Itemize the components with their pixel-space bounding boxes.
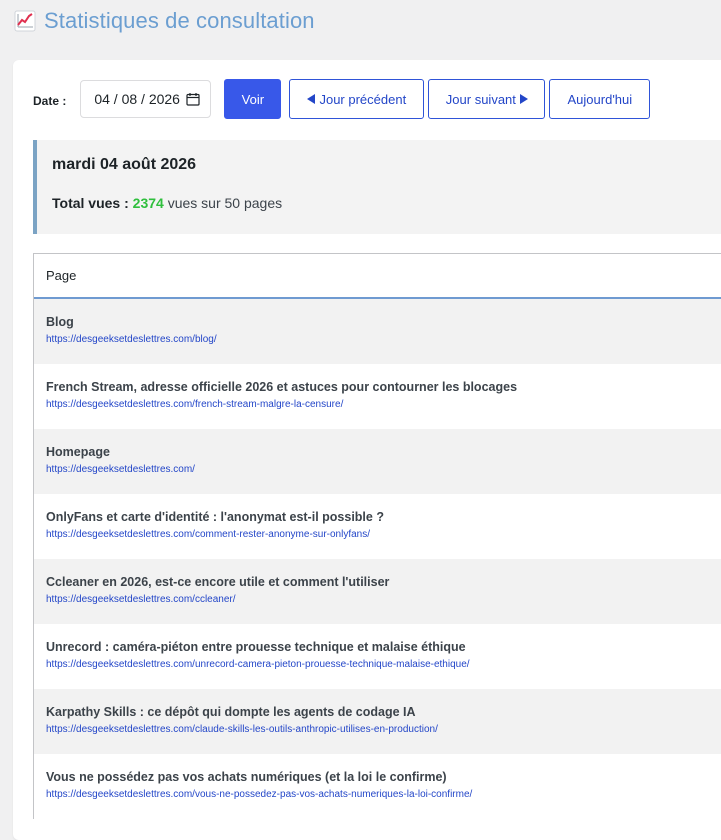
summary-date: mardi 04 août 2026 <box>52 156 197 173</box>
day-summary: mardi 04 août 2026 Total vues : 2374 vue… <box>33 140 721 234</box>
page-title-cell: Homepage <box>46 445 110 459</box>
page-url-link[interactable]: https://desgeeksetdeslettres.com/claude-… <box>46 723 721 737</box>
page-header: Statistiques de consultation <box>14 6 315 36</box>
table-row: Vous ne possédez pas vos achats numériqu… <box>34 754 721 819</box>
page-title: Statistiques de consultation <box>44 8 315 33</box>
date-value: 04 / 08 / 2026 <box>94 91 180 107</box>
today-button[interactable]: Aujourd'hui <box>549 79 651 119</box>
page-title-cell: Ccleaner en 2026, est-ce encore utile et… <box>46 575 390 589</box>
total-views-suffix: vues sur 50 pages <box>167 195 283 211</box>
pages-table: Page Blog https://desgeeksetdeslettres.c… <box>33 253 721 819</box>
page-url-link[interactable]: https://desgeeksetdeslettres.com/unrecor… <box>46 658 721 672</box>
next-day-button[interactable]: Jour suivant <box>428 79 546 119</box>
table-row: Homepage https://desgeeksetdeslettres.co… <box>34 429 721 494</box>
page-url-link[interactable]: https://desgeeksetdeslettres.com/comment… <box>46 528 721 542</box>
date-controls: Date : 04 / 08 / 2026 Voir Jour précéden… <box>33 79 654 119</box>
previous-day-label: Jour précédent <box>319 91 407 107</box>
table-row: OnlyFans et carte d'identité : l'anonyma… <box>34 494 721 559</box>
total-views-label: Total vues : <box>52 195 129 211</box>
page-title-cell: French Stream, adresse officielle 2026 e… <box>46 380 518 394</box>
page-title-cell: OnlyFans et carte d'identité : l'anonyma… <box>46 510 384 524</box>
caret-left-icon <box>307 94 316 104</box>
summary-total: Total vues : 2374 vues sur 50 pages <box>52 195 282 211</box>
page-title-cell: Blog <box>46 315 74 329</box>
previous-day-button[interactable]: Jour précédent <box>289 79 425 119</box>
column-header-page[interactable]: Page <box>34 254 721 299</box>
page-url-link[interactable]: https://desgeeksetdeslettres.com/ccleane… <box>46 593 721 607</box>
table-row: Unrecord : caméra-piéton entre prouesse … <box>34 624 721 689</box>
date-label: Date : <box>33 94 67 108</box>
page-title-cell: Vous ne possédez pas vos achats numériqu… <box>46 770 447 784</box>
chart-increasing-icon <box>14 10 36 32</box>
caret-right-icon <box>519 94 528 104</box>
calendar-icon[interactable] <box>186 92 200 106</box>
page-url-link[interactable]: https://desgeeksetdeslettres.com/ <box>46 463 721 477</box>
next-day-label: Jour suivant <box>445 91 516 107</box>
table-row: French Stream, adresse officielle 2026 e… <box>34 364 721 429</box>
page-url-link[interactable]: https://desgeeksetdeslettres.com/french-… <box>46 398 721 412</box>
page-url-link[interactable]: https://desgeeksetdeslettres.com/vous-ne… <box>46 788 721 802</box>
view-button[interactable]: Voir <box>224 79 282 119</box>
date-input[interactable]: 04 / 08 / 2026 <box>80 80 212 118</box>
table-row: Karpathy Skills : ce dépôt qui dompte le… <box>34 689 721 754</box>
page-title-cell: Unrecord : caméra-piéton entre prouesse … <box>46 640 466 654</box>
page-url-link[interactable]: https://desgeeksetdeslettres.com/blog/ <box>46 333 721 347</box>
total-views-count: 2374 <box>132 195 164 211</box>
table-row: Ccleaner en 2026, est-ce encore utile et… <box>34 559 721 624</box>
table-row: Blog https://desgeeksetdeslettres.com/bl… <box>34 299 721 364</box>
stats-card: Date : 04 / 08 / 2026 Voir Jour précéden… <box>13 60 721 840</box>
page-title-cell: Karpathy Skills : ce dépôt qui dompte le… <box>46 705 416 719</box>
